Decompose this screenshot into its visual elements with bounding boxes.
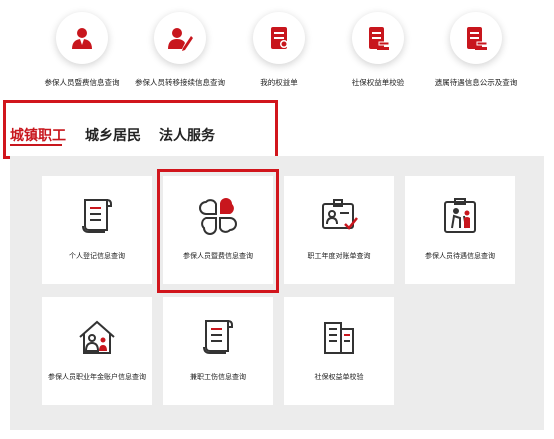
card-highlight-box [157, 169, 279, 293]
quick-link-label: 参保人员暨费信息查询 [44, 78, 120, 87]
card-occupational-annuity[interactable]: 参保人员职业年金账户信息查询 [42, 297, 152, 405]
person-pen-icon [168, 28, 193, 51]
document-gavel-icon [467, 27, 488, 50]
quick-link-icon-circle [253, 12, 305, 64]
card-label: 参保人员待遇信息查询 [425, 252, 495, 260]
document-edit-icon [271, 27, 288, 49]
card-label: 兼职工伤信息查询 [190, 373, 246, 381]
quick-link-icon-circle [352, 12, 404, 64]
quick-link-icon-circle [450, 12, 502, 64]
buildings-icon [324, 322, 354, 354]
elderly-person-card-icon [444, 198, 476, 233]
scroll-document-icon [82, 199, 112, 233]
quick-link-label: 我的权益单 [260, 78, 298, 87]
card-label: 个人登记信息查询 [69, 252, 125, 260]
tabs-highlight-box [3, 100, 278, 159]
card-work-injury[interactable]: 兼职工伤信息查询 [163, 297, 273, 405]
quick-link-survivor-benefits[interactable]: 遗属待遇信息公示及查询 [421, 12, 531, 88]
document-gavel-icon [369, 27, 390, 50]
card-annual-statement[interactable]: 职工年度对账单查询 [284, 176, 394, 284]
card-rights-verify[interactable]: 社保权益单校验 [284, 297, 394, 405]
quick-link-rights-verify[interactable]: 社保权益单校验 [323, 12, 433, 88]
card-label: 社保权益单校验 [314, 373, 364, 381]
card-label: 职工年度对账单查询 [307, 252, 371, 260]
house-people-icon [79, 320, 115, 354]
card-benefits-info[interactable]: 参保人员待遇信息查询 [405, 176, 515, 284]
card-personal-registration[interactable]: 个人登记信息查询 [42, 176, 152, 284]
person-badge-icon [72, 28, 92, 49]
quick-link-transfer-query[interactable]: 参保人员转移接续信息查询 [125, 12, 235, 88]
top-quick-links: 参保人员暨费信息查询 参保人员转移接续信息查询 我的权益单 社保权益单校验 遗属… [0, 0, 554, 100]
id-card-check-icon [322, 199, 358, 230]
quick-link-payment-query[interactable]: 参保人员暨费信息查询 [27, 12, 137, 88]
quick-link-label: 参保人员转移接续信息查询 [135, 78, 225, 87]
card-label: 参保人员职业年金账户信息查询 [48, 373, 146, 381]
quick-link-label: 遗属待遇信息公示及查询 [434, 78, 518, 87]
scroll-document-icon [203, 320, 233, 354]
quick-link-label: 社保权益单校验 [351, 78, 405, 87]
quick-link-my-rights[interactable]: 我的权益单 [224, 12, 334, 88]
quick-link-icon-circle [56, 12, 108, 64]
quick-link-icon-circle [154, 12, 206, 64]
